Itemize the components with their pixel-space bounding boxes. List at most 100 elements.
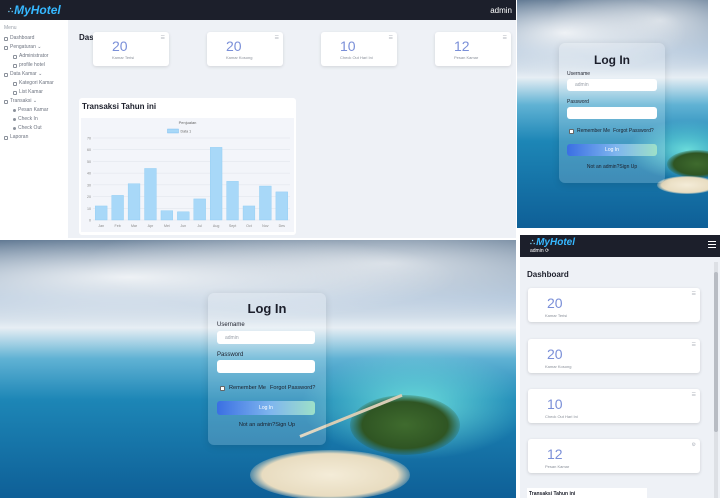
login-button[interactable]: Log In xyxy=(217,401,315,415)
brand-name: MyHotel xyxy=(14,3,61,17)
x-tick-label: Jan xyxy=(98,224,104,228)
stat-label: Kamar Kosong xyxy=(226,55,253,60)
sidebar-item-check-in[interactable]: Check In xyxy=(0,115,68,124)
hamburger-menu-icon[interactable] xyxy=(708,241,716,250)
stat-card-pesan-kamar: 12 Pesan Kamar ⚙ xyxy=(528,439,700,473)
brand-logo[interactable]: ∴ MyHotel xyxy=(8,3,61,17)
stat-label: Check Out Hari Ini xyxy=(340,55,373,60)
sidebar-item-pengaturan[interactable]: Pengaturan ⌄ xyxy=(0,43,68,52)
user-name: admin xyxy=(530,248,544,254)
bar-jun[interactable] xyxy=(177,211,190,221)
y-tick-label: 70 xyxy=(87,137,91,141)
sidebar-item-label: Administrator xyxy=(19,53,49,59)
bar-des[interactable] xyxy=(275,191,288,221)
mobile-user[interactable]: admin ⟳ xyxy=(530,248,549,254)
logo-dots-icon: ∴ xyxy=(8,5,13,15)
remember-checkbox[interactable] xyxy=(569,128,574,134)
chart-card-title: Transaksi Tahun ini xyxy=(527,488,647,498)
remember-label: Remember Me xyxy=(577,128,611,134)
sidebar-item-label: Check Out xyxy=(18,125,42,131)
stat-card-check-out: 10 Check Out Hari Ini ☰ xyxy=(321,32,397,66)
y-tick-label: 20 xyxy=(87,195,91,199)
card-menu-icon[interactable]: ☰ xyxy=(692,342,696,348)
bar-feb[interactable] xyxy=(111,195,124,221)
user-icon xyxy=(13,54,17,59)
chart-card: Transaksi Tahun ini 0 10 20 30 40 50 60 70 Penju… xyxy=(79,98,296,235)
password-label: Password xyxy=(217,352,244,358)
remember-row: Remember Me Forgot Password? xyxy=(569,128,654,134)
scrollbar-thumb[interactable] xyxy=(714,272,718,432)
sidebar-item-laporan[interactable]: Laporan xyxy=(0,133,68,142)
stat-value: 20 xyxy=(547,295,563,311)
chart-title: Penjualan xyxy=(179,120,197,125)
scrollbar[interactable] xyxy=(714,262,718,498)
stat-card-kamar-terisi: 20 Kamar Terisi ☰ xyxy=(93,32,169,66)
username-input[interactable]: admin xyxy=(567,79,657,91)
bar-oct[interactable] xyxy=(242,205,256,221)
bar-mar[interactable] xyxy=(127,183,141,221)
remember-checkbox[interactable] xyxy=(220,385,225,391)
stat-value: 10 xyxy=(547,396,563,412)
y-tick-label: 50 xyxy=(87,160,91,164)
stat-label: Kamar Terisi xyxy=(112,55,135,60)
password-input[interactable] xyxy=(217,360,315,373)
card-menu-icon[interactable]: ☰ xyxy=(692,291,696,297)
sidebar-item-label: Dashboard xyxy=(10,35,35,41)
card-menu-icon[interactable]: ☰ xyxy=(161,35,165,41)
card-menu-icon[interactable]: ⚙ xyxy=(692,442,696,448)
cart-icon xyxy=(4,99,8,104)
brand-logo[interactable]: ∴ MyHotel xyxy=(530,237,575,248)
y-tick-label: 40 xyxy=(87,172,91,176)
legend-swatch[interactable] xyxy=(167,128,179,134)
legend-label[interactable]: Data 1 xyxy=(181,129,192,133)
y-tick-label: 0 xyxy=(89,219,91,223)
y-tick-label: 10 xyxy=(87,207,91,211)
card-menu-icon[interactable]: ☰ xyxy=(692,392,696,398)
signup-link[interactable]: Not an admin?Sign Up xyxy=(559,164,665,170)
login-title: Log In xyxy=(594,53,630,67)
sidebar-item-label: Kategori Kamar xyxy=(19,80,54,86)
sidebar-item-administrator[interactable]: Administrator xyxy=(0,52,68,61)
forgot-password-link[interactable]: Forgot Password? xyxy=(270,385,315,391)
bar-aug[interactable] xyxy=(210,147,223,221)
stat-value: 12 xyxy=(454,38,470,54)
card-menu-icon[interactable]: ☰ xyxy=(275,35,279,41)
sidebar-item-profile-hotel[interactable]: profile hotel xyxy=(0,61,68,70)
bar-jul[interactable] xyxy=(193,198,206,221)
sidebar-item-kategori-kamar[interactable]: Kategori Kamar xyxy=(0,79,68,88)
bar-nov[interactable] xyxy=(259,185,272,221)
sidebar-item-data-kamar[interactable]: Data Kamar ⌄ xyxy=(0,70,68,79)
stat-label: Kamar Kosong xyxy=(545,364,572,369)
sidebar-item-check-out[interactable]: Check Out xyxy=(0,124,68,133)
home-icon xyxy=(4,36,8,41)
circle-icon xyxy=(13,127,16,130)
user-menu[interactable]: admin xyxy=(490,6,512,15)
login-button[interactable]: Log In xyxy=(567,144,657,156)
x-tick-label: Apr xyxy=(148,224,154,228)
card-menu-icon[interactable]: ☰ xyxy=(389,35,393,41)
stat-card-kamar-terisi: 20 Kamar Terisi ☰ xyxy=(528,288,700,322)
logout-icon[interactable]: ⟳ xyxy=(545,248,549,254)
sidebar-item-list-kamar[interactable]: List Kamar xyxy=(0,88,68,97)
username-input[interactable]: admin xyxy=(217,331,315,344)
bar-sept[interactable] xyxy=(226,181,239,221)
stat-card-check-out: 10 Check Out Hari Ini ☰ xyxy=(528,389,700,423)
sidebar-item-label: Pesan Kamar xyxy=(18,107,49,113)
card-menu-icon[interactable]: ☰ xyxy=(503,35,507,41)
sidebar-item-label: Check In xyxy=(18,116,38,122)
bar-apr[interactable] xyxy=(144,168,157,221)
stat-label: Pesan Kamar xyxy=(545,464,570,469)
sidebar-item-dashboard[interactable]: Dashboard xyxy=(0,34,68,43)
password-input[interactable] xyxy=(567,107,657,119)
logo-dots-icon: ∴ xyxy=(530,238,535,247)
sidebar-item-pesan-kamar[interactable]: Pesan Kamar xyxy=(0,106,68,115)
sidebar: Menu Dashboard Pengaturan ⌄ Administrator p… xyxy=(0,20,68,238)
bar-mei[interactable] xyxy=(160,210,173,221)
forgot-password-link[interactable]: Forgot Password? xyxy=(613,128,654,134)
stat-label: Kamar Terisi xyxy=(545,313,568,318)
island xyxy=(350,395,460,455)
sidebar-item-transaksi[interactable]: Transaksi ⌄ xyxy=(0,97,68,106)
signup-link[interactable]: Not an admin?Sign Up xyxy=(208,422,326,428)
stat-value: 12 xyxy=(547,446,563,462)
bar-jan[interactable] xyxy=(95,205,108,221)
